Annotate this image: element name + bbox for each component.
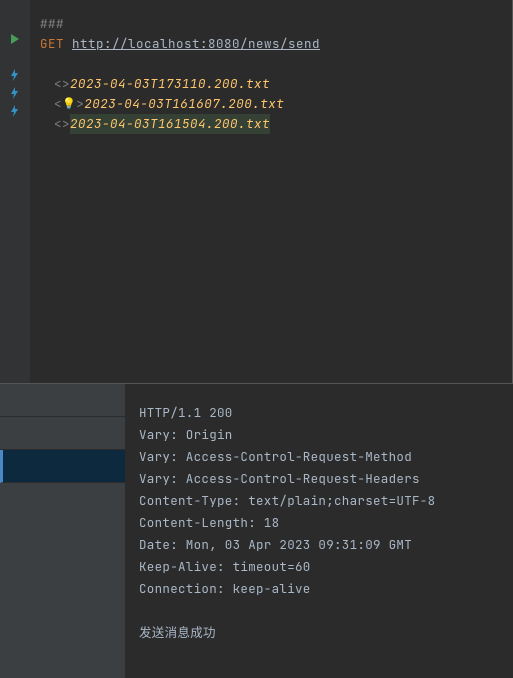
http-method: GET — [40, 34, 64, 54]
separator-comment: ### — [40, 14, 64, 34]
history-tabs — [0, 384, 125, 678]
gutter-spacer — [8, 50, 22, 64]
response-line: Vary: Access-Control-Request-Headers — [139, 468, 499, 490]
bracket-marker: <> — [54, 74, 70, 94]
response-line: Vary: Origin — [139, 424, 499, 446]
response-line — [139, 600, 499, 622]
result-icon[interactable] — [8, 68, 22, 82]
request-url[interactable]: http://localhost:8080/news/send — [72, 34, 320, 54]
result-icon[interactable] — [8, 104, 22, 118]
result-filename[interactable]: 2023-04-03T161504.200.txt — [70, 114, 270, 134]
lightbulb-icon[interactable]: 💡 — [62, 94, 76, 114]
result-file-row[interactable]: <💡> 2023-04-03T161607.200.txt — [40, 94, 506, 114]
response-line: Content-Length: 18 — [139, 512, 499, 534]
response-body[interactable]: HTTP/1.1 200Vary: OriginVary: Access-Con… — [125, 384, 513, 678]
response-line: HTTP/1.1 200 — [139, 402, 499, 424]
result-file-row[interactable]: <> 2023-04-03T161504.200.txt — [40, 114, 506, 134]
gutter-spacer — [8, 14, 22, 28]
result-filename[interactable]: 2023-04-03T161607.200.txt — [84, 94, 284, 114]
bracket-marker: <> — [54, 114, 70, 134]
response-line: 发送消息成功 — [139, 622, 499, 644]
response-line: Connection: keep-alive — [139, 578, 499, 600]
bracket-marker: < — [54, 94, 62, 114]
run-icon[interactable] — [8, 32, 22, 46]
result-file-row[interactable]: <> 2023-04-03T173110.200.txt — [40, 74, 506, 94]
response-line: Date: Mon, 03 Apr 2023 09:31:09 GMT — [139, 534, 499, 556]
response-line: Vary: Access-Control-Request-Method — [139, 446, 499, 468]
editor-pane: ### GET http://localhost:8080/news/send … — [0, 0, 513, 383]
response-panel: HTTP/1.1 200Vary: OriginVary: Access-Con… — [0, 383, 513, 678]
response-line: Content-Type: text/plain;charset=UTF-8 — [139, 490, 499, 512]
history-tab[interactable] — [0, 384, 125, 417]
history-tab[interactable] — [0, 417, 125, 450]
response-line: Keep-Alive: timeout=60 — [139, 556, 499, 578]
history-tab-active[interactable] — [0, 450, 125, 483]
result-filename[interactable]: 2023-04-03T173110.200.txt — [70, 74, 270, 94]
result-icon[interactable] — [8, 86, 22, 100]
gutter — [0, 0, 30, 383]
code-area[interactable]: ### GET http://localhost:8080/news/send … — [30, 0, 512, 383]
